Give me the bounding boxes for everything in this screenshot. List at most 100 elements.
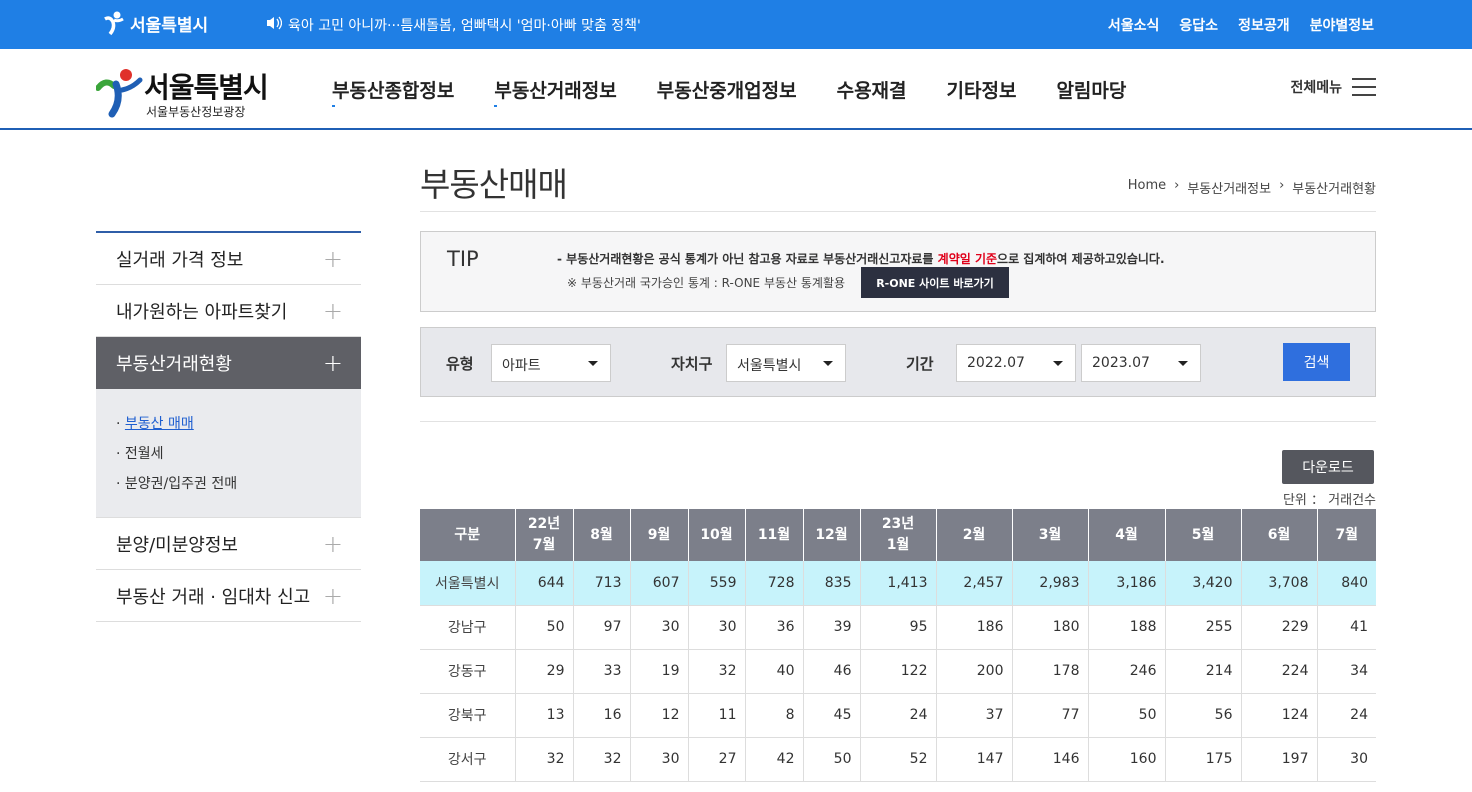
count-cell: 214: [1165, 649, 1242, 694]
all-menu-button[interactable]: 전체메뉴: [1290, 77, 1376, 97]
util-link-field-info[interactable]: 분야별정보: [1310, 15, 1374, 35]
count-cell: 41: [1317, 605, 1376, 650]
count-cell: 197: [1241, 737, 1318, 782]
period-from-value: 2022.07: [967, 355, 1025, 371]
count-cell: 200: [936, 649, 1013, 694]
count-cell: 32: [688, 649, 746, 694]
count-cell: 835: [803, 561, 861, 606]
seoul-logo[interactable]: 서울특별시 서울부동산정보광장: [95, 66, 296, 122]
util-link-news[interactable]: 서울소식: [1108, 15, 1160, 35]
nav-notices[interactable]: 알림마당: [1056, 76, 1126, 103]
all-menu-label: 전체메뉴: [1290, 80, 1342, 96]
count-cell: 224: [1241, 649, 1318, 694]
search-button[interactable]: 검색: [1283, 343, 1350, 381]
count-cell: 644: [515, 561, 574, 606]
period-label: 기간: [906, 355, 934, 373]
count-cell: 24: [1317, 693, 1376, 738]
breadcrumb-level2[interactable]: 부동산거래현황: [1292, 178, 1376, 197]
sidebar-item-label: 부동산거래현황: [116, 354, 232, 375]
nav-trade-info[interactable]: 부동산거래정보: [494, 76, 617, 107]
nav-broker-info[interactable]: 부동산중개업정보: [657, 76, 797, 103]
sidebar-item-label: 부동산 거래 · 임대차 신고: [116, 586, 311, 608]
table-header-row: 구분 22년 7월 8월 9월 10월 11월 12월 23년 1월 2월 3월 4월 5월 6월 7월: [420, 509, 1376, 561]
sidebar-item-real-price[interactable]: 실거래 가격 정보 +: [96, 233, 361, 285]
count-cell: 1,413: [860, 561, 937, 606]
seoul-emblem-icon: [102, 10, 126, 36]
type-select[interactable]: 아파트: [491, 344, 611, 382]
period-from-select[interactable]: 2022.07: [956, 344, 1076, 382]
table-row: 강북구 13 16 12 11 8 45 24 37 77 50 56 124 24: [420, 693, 1376, 738]
count-cell: 97: [573, 605, 631, 650]
column-header: 7월: [1317, 509, 1376, 561]
count-cell: 56: [1165, 693, 1242, 738]
util-link-disclosure[interactable]: 정보공개: [1238, 15, 1290, 35]
sidebar-item-trade-report[interactable]: 부동산 거래 · 임대차 신고 +: [96, 570, 361, 622]
chevron-right-icon: ›: [1279, 178, 1285, 193]
rone-site-button[interactable]: R-ONE 사이트 바로가기: [861, 267, 1009, 298]
notice-ticker[interactable]: 육아 고민 아니까···틈새돌봄, 엄빠택시 '엄마·아빠 맞춤 정책': [266, 15, 641, 35]
count-cell: 50: [515, 605, 574, 650]
column-header: 8월: [573, 509, 631, 561]
count-cell: 13: [515, 693, 574, 738]
count-cell: 11: [688, 693, 746, 738]
count-cell: 30: [630, 737, 689, 782]
count-cell: 30: [1317, 737, 1376, 782]
count-cell: 3,186: [1088, 561, 1166, 606]
unit-label: 단위 ： 거래건수: [1282, 493, 1376, 508]
hamburger-icon: [1352, 78, 1376, 96]
count-cell: 30: [688, 605, 746, 650]
count-cell: 52: [860, 737, 937, 782]
count-cell: 24: [860, 693, 937, 738]
count-cell: 39: [803, 605, 861, 650]
submenu-item-rent[interactable]: · 전월세: [116, 439, 341, 469]
nav-other-info[interactable]: 기타정보: [947, 76, 1017, 103]
column-header: 5월: [1165, 509, 1242, 561]
nav-expropriation[interactable]: 수용재결: [837, 76, 907, 103]
count-cell: 36: [745, 605, 804, 650]
divider: [420, 421, 1376, 422]
count-cell: 29: [515, 649, 574, 694]
type-select-value: 아파트: [502, 358, 541, 374]
count-cell: 40: [745, 649, 804, 694]
district-select[interactable]: 서울특별시: [726, 344, 846, 382]
row-label-cell: 강북구: [420, 693, 516, 738]
count-cell: 42: [745, 737, 804, 782]
sidebar-item-trade-status[interactable]: 부동산거래현황 +: [96, 337, 361, 389]
count-cell: 77: [1012, 693, 1089, 738]
count-cell: 146: [1012, 737, 1089, 782]
sidebar-item-find-apartment[interactable]: 내가원하는 아파트찾기 +: [96, 285, 361, 337]
count-cell: 607: [630, 561, 689, 606]
count-cell: 12: [630, 693, 689, 738]
count-cell: 180: [1012, 605, 1089, 650]
count-cell: 3,420: [1165, 561, 1242, 606]
type-label: 유형: [446, 355, 474, 373]
column-header: 23년 1월: [860, 509, 937, 561]
breadcrumb-level1[interactable]: 부동산거래정보: [1187, 178, 1271, 197]
submenu-item-presale-rights[interactable]: · 분양권/입주권 전매: [116, 469, 341, 499]
count-cell: 95: [860, 605, 937, 650]
column-header: 12월: [803, 509, 861, 561]
column-header: 2월: [936, 509, 1013, 561]
submenu-item-sale[interactable]: · 부동산 매매: [116, 409, 341, 439]
count-cell: 32: [573, 737, 631, 782]
count-cell: 124: [1241, 693, 1318, 738]
caret-down-icon: [1178, 361, 1188, 366]
nav-real-estate-info[interactable]: 부동산종합정보: [332, 76, 454, 107]
util-link-eungdapso[interactable]: 응답소: [1179, 15, 1218, 35]
download-button[interactable]: 다운로드: [1282, 450, 1374, 484]
count-cell: 147: [936, 737, 1013, 782]
seoul-logo-small[interactable]: 서울특별시: [102, 10, 208, 36]
main-navigation: 부동산종합정보 부동산거래정보 부동산중개업정보 수용재결 기타정보 알림마당: [332, 76, 1126, 107]
count-cell: 30: [630, 605, 689, 650]
period-to-select[interactable]: 2023.07: [1081, 344, 1201, 382]
count-cell: 3,708: [1241, 561, 1318, 606]
breadcrumb-home[interactable]: Home: [1128, 178, 1166, 197]
sidebar-item-presale-info[interactable]: 분양/미분양정보 +: [96, 518, 361, 570]
caret-down-icon: [588, 361, 598, 366]
count-cell: 33: [573, 649, 631, 694]
plus-icon: +: [322, 581, 343, 610]
column-header: 22년 7월: [515, 509, 574, 561]
count-cell: 34: [1317, 649, 1376, 694]
count-cell: 2,983: [1012, 561, 1089, 606]
top-bar: 서울특별시 육아 고민 아니까···틈새돌봄, 엄빠택시 '엄마·아빠 맞춤 정…: [0, 0, 1472, 49]
